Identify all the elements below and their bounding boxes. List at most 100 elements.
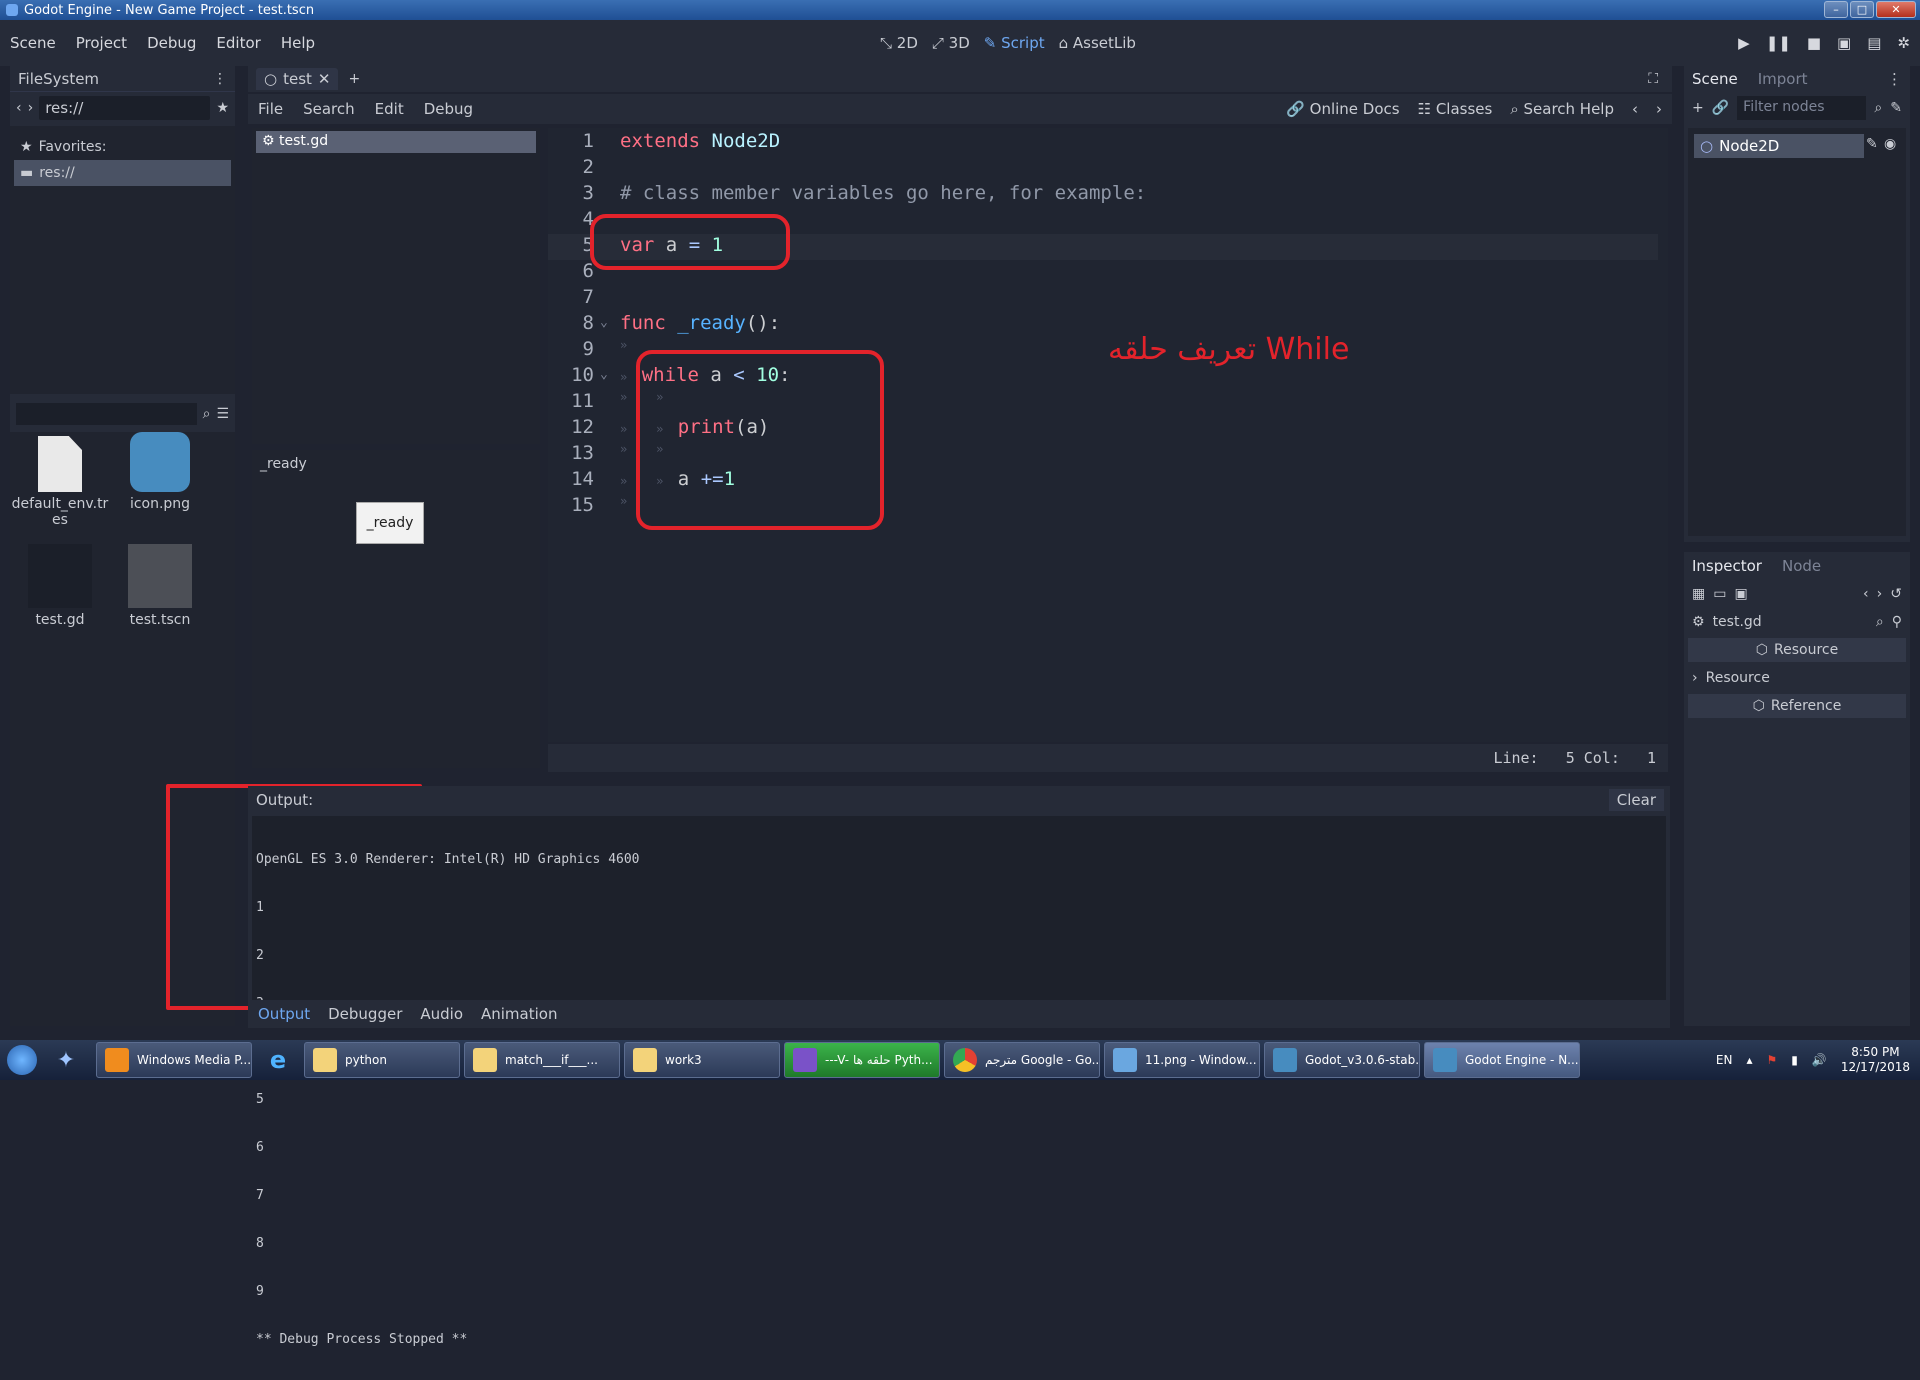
menu-editor[interactable]: Editor	[206, 34, 270, 52]
taskbar-item-python[interactable]: python	[304, 1042, 460, 1078]
resource-section-header[interactable]: ⬡ Resource	[1688, 638, 1906, 662]
tab-label: test	[283, 70, 312, 88]
tree-item-res[interactable]: ▬ res://	[14, 160, 231, 186]
play-icon[interactable]: ▶	[1738, 34, 1750, 52]
tab-import[interactable]: Import	[1758, 70, 1808, 88]
taskbar-item-chrome[interactable]: مترجم Google - Go...	[944, 1042, 1100, 1078]
minimize-button[interactable]: –	[1824, 1, 1848, 18]
mode-2d[interactable]: ⤡ 2D	[880, 34, 918, 52]
file-item-icon-png[interactable]: icon.png	[110, 432, 210, 512]
script-attach-icon[interactable]: ✎	[1890, 100, 1902, 116]
close-tab-icon[interactable]: ✕	[318, 70, 331, 88]
close-window-button[interactable]: ✕	[1876, 1, 1916, 18]
scene-node-root[interactable]: ○ Node2D	[1694, 134, 1864, 158]
tab-debugger[interactable]: Debugger	[328, 1005, 402, 1023]
stop-icon[interactable]: ■	[1807, 34, 1821, 52]
path-field[interactable]: res://	[39, 96, 211, 120]
resource-property[interactable]: › Resource	[1684, 664, 1910, 692]
search-icon[interactable]: ⌕	[1874, 100, 1882, 116]
menu-project[interactable]: Project	[66, 34, 137, 52]
online-docs-button[interactable]: 🔗 Online Docs	[1286, 100, 1399, 118]
tab-animation[interactable]: Animation	[481, 1005, 557, 1023]
script-menu-debug[interactable]: Debug	[414, 100, 483, 118]
inspected-object[interactable]: test.gd	[1713, 614, 1762, 630]
tab-node[interactable]: Node	[1782, 557, 1821, 575]
back-icon[interactable]: ‹	[16, 100, 22, 116]
forward-icon[interactable]: ›	[1877, 586, 1883, 602]
language-indicator[interactable]: EN	[1716, 1053, 1733, 1067]
add-tab-icon[interactable]: +	[348, 71, 360, 87]
classes-button[interactable]: ☷ Classes	[1418, 100, 1493, 118]
script-menu-file[interactable]: File	[248, 100, 293, 118]
network-icon[interactable]: ▮	[1791, 1053, 1798, 1067]
menu-debug[interactable]: Debug	[137, 34, 206, 52]
file-item-test-gd[interactable]: test.gd	[10, 544, 110, 628]
reference-section-header[interactable]: ⬡ Reference	[1688, 694, 1906, 718]
tab-output[interactable]: Output	[258, 1005, 310, 1023]
new-resource-icon[interactable]: ▦	[1692, 586, 1705, 602]
fold-chevron-icon[interactable]: ⌄	[600, 315, 608, 330]
menu-help[interactable]: Help	[271, 34, 325, 52]
more-options-icon[interactable]: ⋮	[213, 71, 227, 87]
file-search-input[interactable]	[16, 403, 197, 425]
output-log[interactable]: OpenGL ES 3.0 Renderer: Intel(R) HD Grap…	[252, 816, 1666, 1347]
flag-icon[interactable]: ⚑	[1767, 1053, 1778, 1067]
tab-audio[interactable]: Audio	[420, 1005, 463, 1023]
scene-tab-test[interactable]: ○ test ✕	[256, 68, 339, 90]
mode-assetlib[interactable]: ⌂ AssetLib	[1059, 34, 1136, 52]
pause-icon[interactable]: ❚❚	[1766, 34, 1791, 52]
open-folder-icon[interactable]: ▭	[1713, 586, 1726, 602]
method-ready-button[interactable]: _ready	[356, 502, 424, 544]
taskbar-item-godot-console[interactable]: Godot_v3.0.6-stab...	[1264, 1042, 1420, 1078]
settings-icon[interactable]: ⚲	[1892, 614, 1902, 630]
fullscreen-icon[interactable]: ⛶	[1648, 71, 1658, 87]
mode-3d[interactable]: ⤢ 3D	[932, 34, 970, 52]
taskbar-item-godot-engine[interactable]: Godot Engine - N...	[1424, 1042, 1580, 1078]
script-menu-edit[interactable]: Edit	[365, 100, 414, 118]
history-icon[interactable]: ↺	[1890, 586, 1902, 602]
pinned-app-icon[interactable]: ✦	[44, 1042, 88, 1078]
visibility-eye-icon[interactable]: ◉	[1884, 136, 1896, 152]
filter-nodes-input[interactable]: Filter nodes	[1737, 96, 1867, 120]
tray-expand-icon[interactable]: ▴	[1746, 1053, 1752, 1067]
history-forward-icon[interactable]: ›	[1656, 100, 1662, 118]
filesystem-tab[interactable]: FileSystem	[18, 70, 99, 88]
search-help-button[interactable]: ⌕ Search Help	[1510, 100, 1614, 118]
more-options-icon[interactable]: ⋮	[1887, 70, 1902, 88]
maximize-button[interactable]: □	[1850, 1, 1874, 18]
link-icon[interactable]: 🔗	[1712, 100, 1729, 116]
menu-scene[interactable]: Scene	[0, 34, 66, 52]
save-icon[interactable]: ▣	[1734, 586, 1747, 602]
search-icon[interactable]: ⌕	[203, 406, 211, 422]
taskbar-item-work3[interactable]: work3	[624, 1042, 780, 1078]
taskbar-item-image-viewer[interactable]: 11.png - Window...	[1104, 1042, 1260, 1078]
tab-scene[interactable]: Scene	[1692, 70, 1738, 88]
script-menu-search[interactable]: Search	[293, 100, 365, 118]
play-custom-scene-icon[interactable]: ▤	[1867, 34, 1881, 52]
file-item-default-env[interactable]: default_env.tres	[10, 432, 110, 528]
ie-icon[interactable]: e	[256, 1042, 300, 1078]
play-scene-icon[interactable]: ▣	[1837, 34, 1851, 52]
taskbar-item-match[interactable]: match___if___...	[464, 1042, 620, 1078]
tab-inspector[interactable]: Inspector	[1692, 557, 1762, 575]
script-list-item[interactable]: ⚙ test.gd	[256, 131, 536, 153]
clock[interactable]: 8:50 PM 12/17/2018	[1841, 1045, 1910, 1075]
annotation-label: تعريف حلقه While	[1108, 332, 1350, 367]
start-button[interactable]	[0, 1040, 44, 1080]
search-icon[interactable]: ⌕	[1876, 614, 1884, 630]
volume-icon[interactable]: 🔊	[1812, 1053, 1827, 1067]
list-view-icon[interactable]: ☰	[216, 406, 229, 422]
forward-icon[interactable]: ›	[28, 100, 34, 116]
favorite-star-icon[interactable]: ★	[216, 100, 229, 116]
taskbar-item-media-player[interactable]: Windows Media P...	[96, 1042, 252, 1078]
fold-chevron-icon[interactable]: ⌄	[600, 367, 608, 382]
taskbar-item-video[interactable]: ---V- حلقه ها Pyth...	[784, 1042, 940, 1078]
add-node-icon[interactable]: +	[1692, 100, 1704, 116]
script-icon[interactable]: ✎	[1866, 136, 1878, 152]
back-icon[interactable]: ‹	[1863, 586, 1869, 602]
favorites-row[interactable]: ★ Favorites:	[20, 134, 225, 160]
clear-output-button[interactable]: Clear	[1608, 789, 1664, 811]
file-item-test-tscn[interactable]: test.tscn	[110, 544, 210, 628]
mode-script[interactable]: ✎ Script	[984, 34, 1045, 52]
history-back-icon[interactable]: ‹	[1632, 100, 1638, 118]
